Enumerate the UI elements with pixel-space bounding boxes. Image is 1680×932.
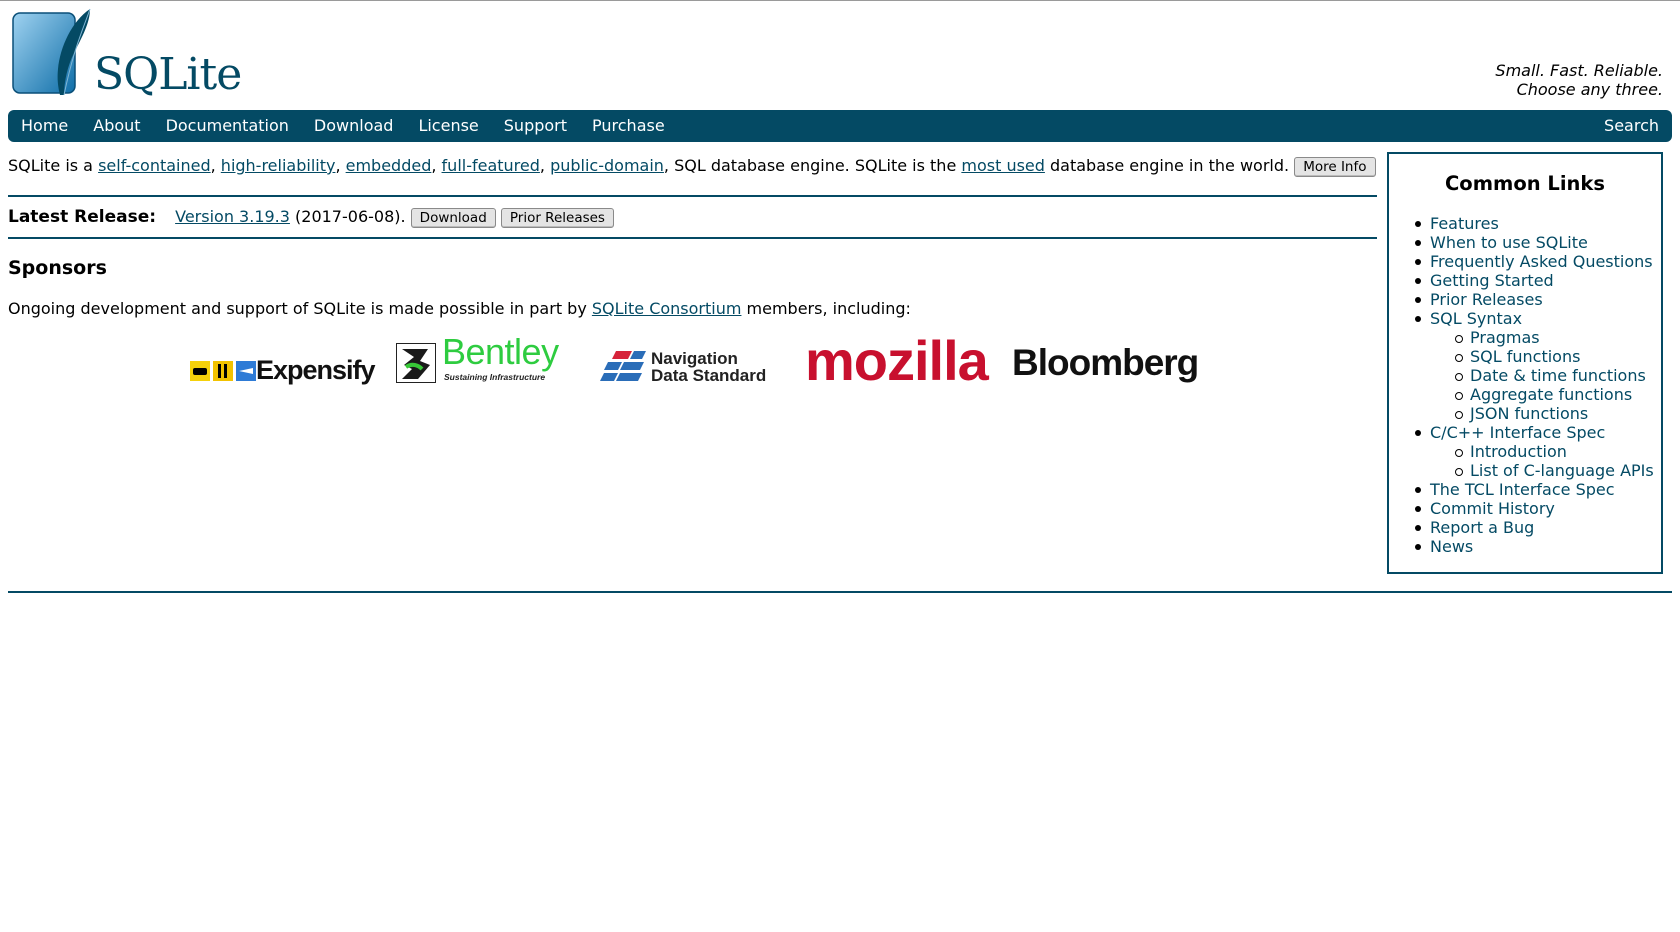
sponsors-text-suffix: members, including: bbox=[741, 299, 911, 318]
sponsor-logos: Expensify Bentley Sustaining Infrastruct… bbox=[190, 331, 1202, 395]
bentley-subtitle: Sustaining Infrastructure bbox=[444, 372, 546, 382]
link-item: JSON functions bbox=[1415, 404, 1654, 423]
prior-releases-button[interactable]: Prior Releases bbox=[500, 207, 614, 228]
latest-release: Latest Release: Version 3.19.3 (2017-06-… bbox=[8, 207, 614, 228]
tagline: Small. Fast. Reliable. Choose any three. bbox=[1495, 61, 1663, 99]
link-sql-functions[interactable]: SQL functions bbox=[1470, 347, 1580, 366]
nav-home[interactable]: Home bbox=[8, 110, 81, 142]
link-report-bug[interactable]: Report a Bug bbox=[1430, 518, 1534, 537]
sponsors-text-prefix: Ongoing development and support of SQLit… bbox=[8, 299, 592, 318]
nav-about[interactable]: About bbox=[81, 110, 153, 142]
intro-prefix: SQLite is a bbox=[8, 156, 99, 175]
link-item: SQL functions bbox=[1415, 347, 1654, 366]
sponsor-bloomberg[interactable]: Bloomberg bbox=[1012, 341, 1202, 385]
link-faq[interactable]: Frequently Asked Questions bbox=[1430, 252, 1653, 271]
divider-2 bbox=[8, 237, 1377, 239]
nav-search[interactable]: Search bbox=[1592, 110, 1672, 142]
link-high-reliability[interactable]: high-reliability bbox=[221, 156, 336, 175]
link-item: Prior Releases bbox=[1415, 290, 1654, 309]
link-commit-history[interactable]: Commit History bbox=[1430, 499, 1555, 518]
link-pragmas[interactable]: Pragmas bbox=[1470, 328, 1540, 347]
link-item: News bbox=[1415, 537, 1654, 556]
link-item: Date & time functions bbox=[1415, 366, 1654, 385]
sqlite-logo[interactable]: SQLite bbox=[12, 7, 242, 107]
link-item: Features bbox=[1415, 214, 1654, 233]
release-date: (2017-06-08). bbox=[289, 207, 406, 226]
nav-license[interactable]: License bbox=[406, 110, 491, 142]
divider-1 bbox=[8, 195, 1377, 197]
expensify-icons bbox=[190, 361, 256, 381]
intro-paragraph: SQLite is a self-contained, high-reliabi… bbox=[8, 155, 1378, 177]
link-getting-started[interactable]: Getting Started bbox=[1430, 271, 1554, 290]
logo-text: SQLite bbox=[94, 49, 242, 100]
bloomberg-wordmark: Bloomberg bbox=[1012, 342, 1199, 383]
bentley-b-icon bbox=[396, 343, 436, 383]
sponsor-expensify[interactable]: Expensify bbox=[190, 355, 376, 389]
expensify-wordmark: Expensify bbox=[256, 355, 376, 385]
site-header: SQLite Small. Fast. Reliable. Choose any… bbox=[0, 1, 1680, 109]
link-date-time-functions[interactable]: Date & time functions bbox=[1470, 366, 1646, 385]
link-embedded[interactable]: embedded bbox=[346, 156, 432, 175]
mozilla-wordmark: mozilla bbox=[805, 329, 989, 392]
tagline-line-2: Choose any three. bbox=[1516, 80, 1663, 99]
main-nav: Home About Documentation Download Licens… bbox=[8, 110, 1672, 142]
sqlite-consortium-link[interactable]: SQLite Consortium bbox=[592, 299, 742, 318]
sponsors-heading: Sponsors bbox=[8, 257, 107, 279]
footer-divider bbox=[8, 591, 1672, 593]
link-c-language-apis[interactable]: List of C-language APIs bbox=[1470, 461, 1654, 480]
more-info-button[interactable]: More Info bbox=[1294, 156, 1376, 177]
link-item: Frequently Asked Questions bbox=[1415, 252, 1654, 271]
link-item: Pragmas bbox=[1415, 328, 1654, 347]
link-self-contained[interactable]: self-contained bbox=[98, 156, 211, 175]
nav-purchase[interactable]: Purchase bbox=[580, 110, 678, 142]
link-news[interactable]: News bbox=[1430, 537, 1473, 556]
nds-line-2: Data Standard bbox=[651, 366, 767, 385]
link-c-interface-spec[interactable]: C/C++ Interface Spec bbox=[1430, 423, 1605, 442]
link-most-used[interactable]: most used bbox=[961, 156, 1045, 175]
sponsor-mozilla[interactable]: mozilla bbox=[805, 331, 995, 391]
version-link[interactable]: Version 3.19.3 bbox=[175, 207, 290, 226]
link-item: List of C-language APIs bbox=[1415, 461, 1654, 480]
common-links-list: Features When to use SQLite Frequently A… bbox=[1415, 214, 1654, 556]
link-item: The TCL Interface Spec bbox=[1415, 480, 1654, 499]
nav-documentation[interactable]: Documentation bbox=[153, 110, 301, 142]
link-item: When to use SQLite bbox=[1415, 233, 1654, 252]
sponsor-nds[interactable]: Navigation Data Standard bbox=[600, 347, 780, 387]
tagline-line-1: Small. Fast. Reliable. bbox=[1495, 61, 1663, 80]
link-prior-releases[interactable]: Prior Releases bbox=[1430, 290, 1543, 309]
latest-release-label: Latest Release: bbox=[8, 207, 157, 227]
nav-support[interactable]: Support bbox=[491, 110, 579, 142]
link-features[interactable]: Features bbox=[1430, 214, 1499, 233]
link-aggregate-functions[interactable]: Aggregate functions bbox=[1470, 385, 1632, 404]
link-introduction[interactable]: Introduction bbox=[1470, 442, 1567, 461]
link-when-to-use[interactable]: When to use SQLite bbox=[1430, 233, 1588, 252]
link-public-domain[interactable]: public-domain bbox=[550, 156, 664, 175]
main-content: SQLite is a self-contained, high-reliabi… bbox=[8, 151, 1378, 391]
intro-suffix: database engine in the world. bbox=[1044, 156, 1290, 175]
link-item: Commit History bbox=[1415, 499, 1654, 518]
sponsor-bentley[interactable]: Bentley Sustaining Infrastructure bbox=[396, 331, 580, 387]
link-item: Getting Started bbox=[1415, 271, 1654, 290]
link-item: Aggregate functions bbox=[1415, 385, 1654, 404]
sponsors-text: Ongoing development and support of SQLit… bbox=[8, 299, 911, 318]
nav-download[interactable]: Download bbox=[301, 110, 406, 142]
download-button[interactable]: Download bbox=[410, 207, 496, 228]
common-links-sidebar: Common Links Features When to use SQLite… bbox=[1387, 152, 1663, 574]
link-item: SQL Syntax bbox=[1415, 309, 1654, 328]
link-tcl-interface-spec[interactable]: The TCL Interface Spec bbox=[1430, 480, 1615, 499]
link-json-functions[interactable]: JSON functions bbox=[1470, 404, 1588, 423]
link-item: C/C++ Interface Spec bbox=[1415, 423, 1654, 442]
link-item: Report a Bug bbox=[1415, 518, 1654, 537]
common-links-title: Common Links bbox=[1445, 172, 1605, 195]
intro-middle: , SQL database engine. SQLite is the bbox=[663, 156, 962, 175]
link-sql-syntax[interactable]: SQL Syntax bbox=[1430, 309, 1522, 328]
nds-icon bbox=[600, 351, 646, 381]
link-full-featured[interactable]: full-featured bbox=[442, 156, 540, 175]
link-item: Introduction bbox=[1415, 442, 1654, 461]
bentley-wordmark: Bentley bbox=[442, 331, 559, 372]
